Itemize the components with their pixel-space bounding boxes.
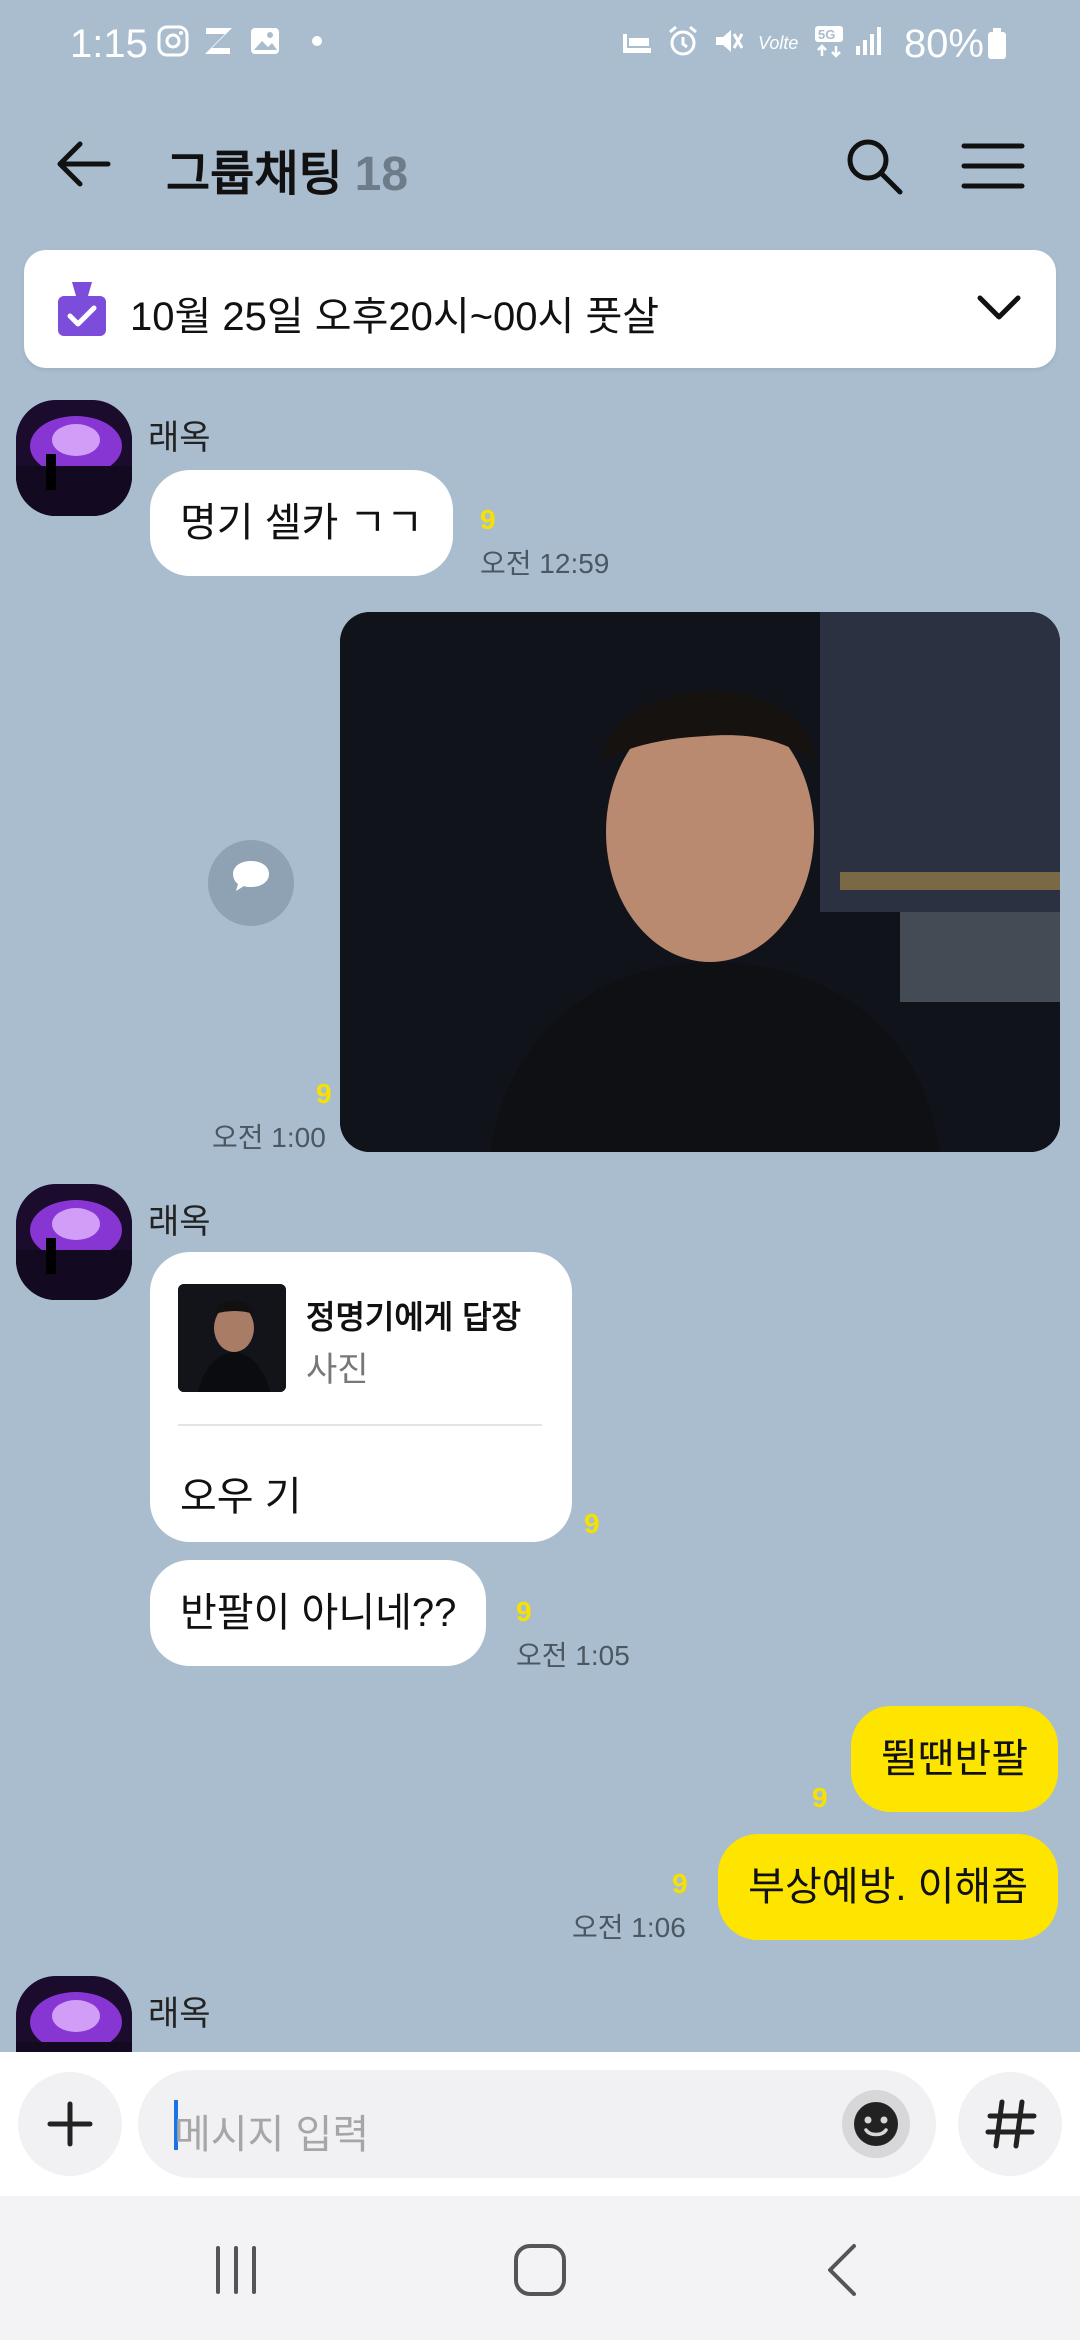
- recent-apps-icon[interactable]: [206, 2240, 266, 2300]
- sender-name: 래옥: [148, 1203, 211, 1241]
- avatar-image: [16, 1976, 132, 2052]
- signal-icon: [856, 27, 881, 55]
- member-count: 18: [354, 148, 409, 201]
- battery-icon: [988, 28, 1006, 59]
- avatar[interactable]: [16, 1976, 132, 2052]
- chat-title: 그룹채팅 18: [166, 134, 408, 204]
- notice-text: 10월 25일 오후20시~00시 풋살: [130, 295, 660, 339]
- unread-count: 9: [584, 1508, 600, 1539]
- message-input-bar: 메시지 입력: [0, 2052, 1080, 2196]
- sleep-mode-icon: [623, 34, 651, 53]
- reply-title: 정명기에게 답장: [306, 1299, 521, 1335]
- search-icon[interactable]: [842, 134, 906, 198]
- sender-name: 래옥: [148, 1995, 211, 2033]
- message-time: 오전 1:00: [212, 1122, 326, 1153]
- my-message-bubble[interactable]: 부상예방. 이해좀: [718, 1834, 1058, 1940]
- hashtag-icon: [985, 2099, 1037, 2149]
- unread-count: 9: [480, 504, 496, 535]
- plus-icon: [47, 2101, 93, 2147]
- back-arrow-icon[interactable]: [52, 132, 116, 196]
- avatar[interactable]: [16, 1184, 132, 1300]
- avatar-image: [16, 400, 132, 516]
- unread-count: 9: [672, 1868, 688, 1899]
- avatar[interactable]: [16, 400, 132, 516]
- dot-icon: [312, 36, 322, 46]
- message-bubble[interactable]: 반팔이 아니네??: [150, 1560, 487, 1666]
- instagram-icon: [157, 25, 189, 57]
- message-input[interactable]: 메시지 입력: [138, 2070, 936, 2178]
- attach-button[interactable]: [18, 2072, 122, 2176]
- system-nav-bar: [0, 2196, 1080, 2340]
- volte-icon: Volte: [758, 33, 798, 53]
- reply-thumbnail-image: [178, 1284, 286, 1392]
- selfie-image: [340, 612, 1060, 1152]
- 5g-icon: 5G: [815, 26, 843, 58]
- unread-count: 9: [516, 1596, 532, 1627]
- notice-vote-icon: [58, 282, 106, 336]
- unread-count: 9: [316, 1078, 332, 1109]
- hashtag-search-button[interactable]: [958, 2072, 1062, 2176]
- share-button[interactable]: [208, 840, 294, 926]
- chat-header: 그룹채팅 18: [0, 80, 1080, 250]
- message-time: 오전 12:59: [480, 548, 610, 579]
- sender-name: 래옥: [148, 419, 211, 457]
- reply-message-bubble[interactable]: 정명기에게 답장 사진 오우 기: [150, 1252, 572, 1542]
- home-icon[interactable]: [508, 2240, 572, 2300]
- speech-bubble-icon: [233, 861, 269, 891]
- chat-title-text: 그룹채팅: [166, 148, 343, 201]
- emoticon-icon: [854, 2102, 898, 2146]
- photo-message[interactable]: [340, 612, 1060, 1152]
- menu-icon[interactable]: [958, 134, 1028, 198]
- battery-percent: 80%: [903, 22, 984, 66]
- alarm-icon: [669, 25, 697, 56]
- status-time: 1:15: [70, 22, 148, 66]
- svg-text:Volte: Volte: [758, 33, 798, 53]
- unread-count: 9: [812, 1782, 828, 1813]
- message-time: 오전 1:05: [516, 1640, 630, 1671]
- message-bubble[interactable]: 명기 셀카 ㄱㄱ: [150, 470, 454, 576]
- reply-type: 사진: [306, 1351, 369, 1389]
- gallery-icon: [251, 28, 279, 54]
- chevron-down-icon[interactable]: [976, 288, 1022, 328]
- back-nav-icon[interactable]: [818, 2240, 868, 2300]
- mute-icon: [716, 30, 744, 52]
- reply-divider: [178, 1424, 542, 1426]
- svg-text:5G: 5G: [818, 27, 835, 42]
- reply-thumbnail: [178, 1284, 286, 1392]
- reply-text: 오우 기: [180, 1475, 302, 1519]
- emoji-button[interactable]: [842, 2090, 910, 2158]
- message-input-placeholder: 메시지 입력: [174, 2113, 370, 2157]
- avatar-image: [16, 1184, 132, 1300]
- notice-banner[interactable]: 10월 25일 오후20시~00시 풋살: [24, 250, 1056, 368]
- status-bar: 1:15 Volte 5G 80%: [0, 0, 1080, 80]
- message-time: 오전 1:06: [572, 1912, 686, 1943]
- my-message-bubble[interactable]: 뛸땐반팔: [850, 1706, 1058, 1812]
- app-z-icon: [205, 28, 232, 54]
